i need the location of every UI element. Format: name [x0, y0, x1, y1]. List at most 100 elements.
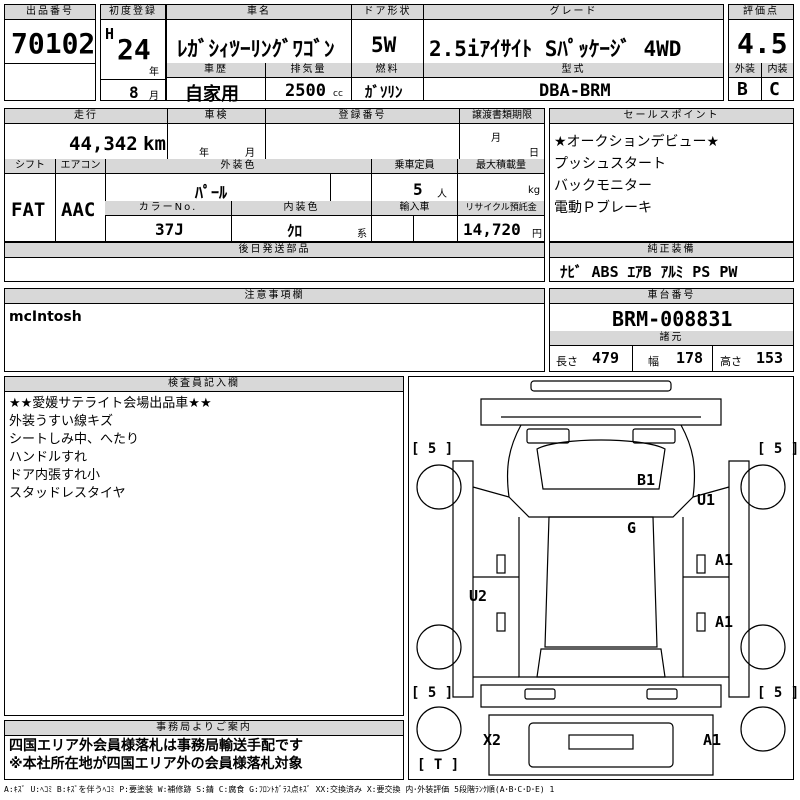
inspector-note: ★★愛媛サテライト会場出品車★★ [9, 396, 212, 411]
displacement-unit: cc [333, 89, 343, 99]
office-box: 事務局よりご案内 四国エリア外会員様落札は事務局輸送手配です ※本社所在地が四国… [4, 720, 404, 780]
inspector-note: ハンドルすれ [9, 450, 88, 465]
mark-b1: B1 [637, 471, 656, 489]
plate-label: 登録番号 [265, 109, 459, 124]
office-label: 事務局よりご案内 [5, 721, 403, 736]
ext-color-label: 外装色 [105, 159, 371, 174]
int-color: ｸﾛ [287, 222, 303, 240]
reg-month-unit: 月 [149, 91, 159, 102]
length-label: 長さ [556, 355, 578, 368]
first-reg-label: 初度登録 [101, 5, 165, 20]
vehicle-info-box: 車名 ドア形状 グレード ﾚｶﾞｼｨﾂｰﾘﾝｸﾞﾜｺﾞﾝ 5W 2.5iｱｲｻｲ… [166, 4, 724, 105]
car-name: ﾚｶﾞｼｨﾂｰﾘﾝｸﾞﾜｺﾞﾝ [177, 37, 335, 61]
door-type: 5W [371, 33, 397, 57]
inspection-label: 車検 [167, 109, 265, 124]
office-note: 四国エリア外会員様落札は事務局輸送手配です [9, 738, 303, 754]
tire-front-right: [ 5 ] [757, 441, 800, 457]
mileage-unit: km [143, 133, 166, 155]
later-parts-box: 後日発送部品 [4, 242, 545, 282]
lot-number-label: 出品番号 [5, 5, 95, 20]
interior-grade: C [769, 79, 780, 100]
width-label: 幅 [648, 355, 659, 368]
transfer-label: 譲渡書類期限 [459, 109, 544, 124]
width: 178 [676, 349, 704, 367]
recycle-label: リサイクル預託金 [457, 201, 544, 216]
interior-label: 内装 [761, 63, 793, 78]
inspector-label: 検査員記入欄 [5, 377, 403, 392]
history: 自家用 [185, 84, 239, 105]
mark-g: G [627, 519, 637, 537]
legend: A:ｷｽﾞ U:ﾍｺﾐ B:ｷｽﾞを伴うﾍｺﾐ P:要塗装 W:補修跡 S:錆 … [4, 785, 555, 794]
door-label: ドア形状 [351, 5, 423, 20]
mileage-label: 走行 [5, 109, 167, 124]
sales-point: ★オークションデビュー★ [554, 134, 720, 150]
ext-color: ﾊﾟｰﾙ [195, 183, 228, 202]
int-color-label: 内装色 [231, 201, 371, 216]
office-notes: 四国エリア外会員様落札は事務局輸送手配です ※本社所在地が四国エリア外の会員様落… [9, 737, 303, 773]
displacement: 2500 [285, 81, 326, 101]
caution-text: mcIntosh [9, 309, 82, 325]
mark-u1: U1 [697, 491, 716, 509]
dimensions-label: 諸元 [550, 331, 793, 346]
inspector-note: シートしみ中、へたり [9, 432, 140, 447]
chassis-no: BRM-008831 [612, 307, 733, 331]
load-unit: kg [528, 185, 541, 196]
reg-year: 24 [117, 33, 151, 66]
equipment-box: 純正装備 ﾅﾋﾞ ABS ｴｱB ｱﾙﾐ PS PW [549, 242, 794, 282]
aircon-label: エアコン [55, 159, 105, 174]
fuel-label: 燃料 [351, 63, 423, 78]
grade: 2.5iｱｲｻｲﾄ Sﾊﾟｯｹｰｼﾞ 4WD [429, 37, 682, 61]
sales-point: バックモニター [554, 178, 652, 194]
color-no-label: カラーNo. [105, 201, 231, 216]
height: 153 [756, 349, 784, 367]
capacity: 5 [413, 180, 423, 199]
mark-u2: U2 [469, 587, 488, 605]
tire-rear-left: [ 5 ] [411, 685, 454, 701]
score-box: 評価点 4.5 外装 内装 B C [728, 4, 794, 101]
sales-point: 電動Ｐブレーキ [554, 200, 652, 216]
lot-number: 70102 [11, 27, 96, 60]
max-load-label: 最大積載量 [457, 159, 544, 174]
sales-points-box: セールスポイント ★オークションデビュー★ プッシュスタート バックモニター 電… [549, 108, 794, 242]
transfer-day-unit: 日 [529, 148, 539, 159]
chassis-label: 車台番号 [550, 289, 793, 304]
mileage: 44,342 [69, 133, 138, 155]
int-color-unit: 系 [357, 229, 367, 240]
mark-a1-upper: A1 [715, 551, 734, 569]
fuel: ｶﾞｿﾘﾝ [365, 83, 403, 101]
length: 479 [592, 349, 620, 367]
reg-month: 8 [129, 83, 139, 102]
inspection-month-unit: 月 [245, 148, 255, 159]
mark-a1-rear: A1 [703, 731, 722, 749]
import-label: 輸入車 [371, 201, 457, 216]
sales-points-label: セールスポイント [550, 109, 793, 124]
displacement-label: 排気量 [265, 63, 351, 78]
reg-year-unit: 年 [149, 67, 159, 78]
color-no: 37J [155, 220, 184, 239]
car-diagram-box: B1 U1 G A1 U2 A1 X2 A1 [ 5 ] [ 5 ] [ 5 ]… [408, 376, 799, 780]
shift-label: シフト [5, 159, 55, 174]
inspector-notes: ★★愛媛サテライト会場出品車★★ 外装うすい線キズ シートしみ中、へたり ハンド… [9, 395, 212, 503]
details-box: 走行 車検 登録番号 譲渡書類期限 44,342 km 年 月 月 日 シフト … [4, 108, 545, 242]
inspector-note: ドア内張すれ小 [9, 468, 101, 483]
caution-label: 注意事項欄 [5, 289, 544, 304]
capacity-label: 乗車定員 [371, 159, 457, 174]
transfer-month-unit: 月 [491, 133, 501, 144]
first-registration-box: 初度登録 H 24 年 8 月 [100, 4, 166, 102]
score: 4.5 [737, 27, 788, 60]
inspector-box: 検査員記入欄 ★★愛媛サテライト会場出品車★★ 外装うすい線キズ シートしみ中、… [4, 376, 404, 716]
score-label: 評価点 [729, 5, 793, 20]
tire-rear-right: [ 5 ] [757, 685, 800, 701]
tire-spare: [ T ] [417, 757, 460, 773]
lot-number-box: 出品番号 70102 [4, 4, 96, 101]
office-note: ※本社所在地が四国エリア外の会員様落札対象 [9, 756, 303, 772]
equipment: ﾅﾋﾞ ABS ｴｱB ｱﾙﾐ PS PW [560, 263, 738, 281]
later-parts-label: 後日発送部品 [5, 243, 544, 258]
equipment-label: 純正装備 [550, 243, 793, 258]
model-code-label: 型式 [423, 63, 723, 78]
chassis-box: 車台番号 BRM-008831 諸元 長さ 479 幅 178 高さ 153 [549, 288, 794, 372]
shift: FAT [11, 199, 46, 221]
exterior-grade: B [737, 79, 748, 100]
sales-point: プッシュスタート [554, 156, 666, 172]
inspection-year-unit: 年 [199, 148, 209, 159]
